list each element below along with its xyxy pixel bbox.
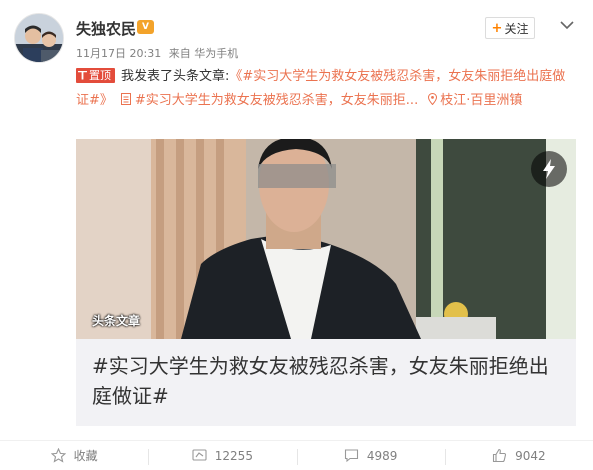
repost-icon <box>192 449 207 461</box>
post-text-prefix: 我发表了头条文章: <box>121 69 230 84</box>
post-text: 置顶 我发表了头条文章:《#实习大学生为救女友被残忍杀害，女友朱丽拒绝出庭做证#》… <box>76 65 576 113</box>
article-card[interactable]: 头条文章 #实习大学生为救女友被残忍杀害，女友朱丽拒绝出庭做证# <box>76 139 576 426</box>
star-icon <box>50 448 66 463</box>
pinned-badge: 置顶 <box>76 67 115 83</box>
lightning-icon[interactable] <box>531 151 567 187</box>
post-meta: 11月17日 20:31 来自 华为手机 <box>76 45 242 61</box>
article-title[interactable]: #实习大学生为救女友被残忍杀害，女友朱丽拒绝出庭做证# <box>92 351 562 411</box>
thumbs-up-icon <box>493 448 507 463</box>
username[interactable]: 失独农民 <box>76 18 136 39</box>
document-icon <box>120 93 131 105</box>
chevron-down-icon[interactable] <box>558 16 576 34</box>
action-bar: 收藏 12255 4989 9042 <box>0 440 593 470</box>
avatar[interactable] <box>14 13 64 63</box>
favorite-button[interactable]: 收藏 <box>0 441 148 470</box>
like-button[interactable]: 9042 <box>444 441 593 470</box>
like-count: 9042 <box>515 448 546 463</box>
favorite-label: 收藏 <box>73 449 98 463</box>
follow-button[interactable]: + 关注 <box>485 17 535 39</box>
plus-icon: + <box>491 20 503 36</box>
article-watermark: 头条文章 <box>92 314 141 328</box>
article-doc-link[interactable]: #实习大学生为救女友被残忍杀害，女友朱丽拒... <box>135 93 418 108</box>
comment-count: 4989 <box>366 448 398 463</box>
pin-icon <box>78 70 87 80</box>
post-timestamp[interactable]: 11月17日 20:31 <box>76 47 161 60</box>
repost-count: 12255 <box>214 448 253 463</box>
comment-icon <box>344 449 358 463</box>
article-cover-image[interactable]: 头条文章 <box>76 139 576 339</box>
weibo-post-card: 失独农民 V 11月17日 20:31 来自 华为手机 + 关注 置顶 我发表了头… <box>0 0 593 470</box>
repost-button[interactable]: 12255 <box>148 441 296 470</box>
post-source: 来自 华为手机 <box>168 47 239 60</box>
location-link[interactable]: 枝江·百里洲镇 <box>440 93 522 108</box>
comment-button[interactable]: 4989 <box>296 441 445 470</box>
follow-label: 关注 <box>504 21 529 36</box>
location-pin-icon <box>428 93 438 105</box>
verified-badge-icon: V <box>137 20 154 34</box>
